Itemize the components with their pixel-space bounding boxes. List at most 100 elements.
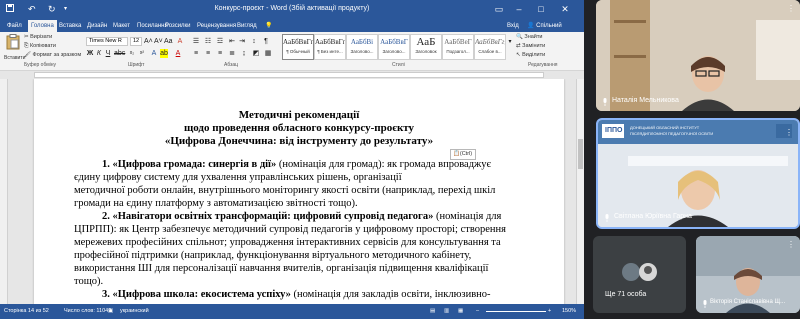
- others-tile[interactable]: Ще 71 особа: [593, 236, 686, 313]
- line-text: професійної підтримки (наприклад, функці…: [74, 250, 472, 261]
- word-window: ↶ ↻ ▾ Конкурс-проєкт - Word (Збій актива…: [0, 0, 584, 319]
- more-options-icon[interactable]: ⋮: [785, 128, 793, 137]
- underline-button[interactable]: Ч: [104, 49, 112, 58]
- zoom-in-button[interactable]: +: [548, 308, 551, 314]
- change-case-button[interactable]: Aa: [164, 37, 173, 46]
- style-heading-2[interactable]: АаБбВвГ Заголово...: [378, 34, 410, 60]
- align-left-icon[interactable]: ≡: [192, 49, 200, 58]
- ribbon-display-icon[interactable]: ▭: [490, 2, 508, 16]
- style-sample: АаБбВеГ: [444, 38, 472, 46]
- word-count[interactable]: Число слов: 11049: [64, 308, 111, 314]
- share-button[interactable]: 👤 Спільний доступ: [524, 20, 584, 41]
- style-no-spacing[interactable]: АаБбВвГг, ¶ Без инте...: [314, 34, 346, 60]
- font-name-select[interactable]: Times New R: [86, 37, 128, 46]
- line-text: методичної роботи онлайн, внутрішнього м…: [74, 185, 496, 196]
- ribbon: Вставити ✂ Вирізати ⎘ Копіювати 🖌 Формат…: [0, 32, 584, 71]
- style-subtitle[interactable]: АаБбВеГ Подзагол...: [442, 34, 474, 60]
- ruler-scale[interactable]: [34, 72, 544, 78]
- participant-tile-speaking[interactable]: ІППО ДОНЕЦЬКИЙ ОБЛАСНИЙ ІНСТИТУТ ПІСЛЯДИ…: [596, 118, 800, 229]
- zoom-out-button[interactable]: –: [476, 308, 479, 314]
- tab-review[interactable]: Рецензування: [194, 20, 239, 32]
- align-right-icon[interactable]: ≡: [216, 49, 224, 58]
- italic-button[interactable]: К: [95, 49, 103, 58]
- tab-mailings[interactable]: Розсилки: [162, 20, 194, 32]
- style-heading-1[interactable]: АаБбВі Заголово...: [346, 34, 378, 60]
- tab-insert[interactable]: Вставка: [56, 20, 84, 32]
- show-formatting-icon[interactable]: ¶: [262, 37, 270, 46]
- text-effects-icon[interactable]: A: [150, 49, 158, 58]
- cut-button[interactable]: ✂ Вирізати: [24, 34, 52, 40]
- institute-line-1: ДОНЕЦЬКИЙ ОБЛАСНИЙ ІНСТИТУТ: [630, 125, 700, 130]
- numbering-icon[interactable]: ☷: [204, 37, 212, 46]
- more-options-icon[interactable]: ⋮: [787, 240, 795, 249]
- decrease-indent-icon[interactable]: ⇤: [228, 37, 236, 46]
- style-name: Заголово...: [382, 49, 406, 54]
- replace-button[interactable]: ⇄ Замінити: [516, 43, 545, 49]
- grow-font-button[interactable]: A˄: [144, 37, 153, 46]
- select-button[interactable]: ↖ Виділити: [516, 52, 545, 58]
- zoom-slider[interactable]: [486, 311, 546, 312]
- paragraph-line: 3. «Цифрова школа: екосистема успіху» (н…: [102, 288, 560, 301]
- title-bar: ↶ ↻ ▾ Конкурс-проєкт - Word (Збій актива…: [0, 0, 584, 18]
- bold-button[interactable]: Ж: [86, 49, 94, 58]
- paste-button[interactable]: Вставити: [4, 34, 25, 61]
- print-layout-icon[interactable]: ▥: [444, 308, 449, 314]
- web-layout-icon[interactable]: ▦: [458, 308, 463, 314]
- tab-layout[interactable]: Макет: [110, 20, 133, 32]
- styles-more-icon[interactable]: ▾: [506, 38, 514, 47]
- more-options-icon[interactable]: ⋮: [787, 4, 795, 13]
- line-text: ЦПРПП): як Центр забезпечує методичний с…: [74, 224, 506, 235]
- others-count: Ще 71 особа: [605, 291, 647, 298]
- tab-file[interactable]: Файл: [4, 20, 25, 32]
- line-spacing-icon[interactable]: ↨: [240, 49, 248, 58]
- close-button[interactable]: ✕: [556, 2, 574, 16]
- sort-icon[interactable]: ↕: [250, 37, 258, 46]
- tab-design[interactable]: Дизайн: [84, 20, 110, 32]
- minimize-button[interactable]: –: [510, 2, 528, 16]
- borders-icon[interactable]: ▦: [264, 49, 272, 58]
- sign-in-link[interactable]: Вхід: [504, 20, 522, 32]
- document-page[interactable]: Методичні рекомендації щодо проведення о…: [34, 79, 564, 304]
- scrollbar-thumb[interactable]: [578, 139, 583, 169]
- style-normal[interactable]: АаБбВвГг, ¶ Обычный: [282, 34, 314, 60]
- nomination-title: 3. «Цифрова школа: екосистема успіху»: [102, 289, 291, 300]
- align-center-icon[interactable]: ≡: [204, 49, 212, 58]
- zoom-level[interactable]: 150%: [562, 308, 576, 314]
- font-size-select[interactable]: 12: [130, 37, 142, 46]
- tell-me-icon[interactable]: 💡: [262, 20, 275, 32]
- participant-name: Наталія Мельникова: [612, 97, 679, 104]
- shrink-font-button[interactable]: A˅: [154, 37, 163, 46]
- subscript-button[interactable]: x₂: [128, 49, 136, 58]
- participant-tile[interactable]: ⋮ Наталія Мельникова: [596, 0, 800, 111]
- language[interactable]: украинский: [120, 308, 149, 314]
- line-text: тощо).: [74, 276, 104, 287]
- shading-icon[interactable]: ◩: [252, 49, 260, 58]
- participant-tile[interactable]: ⋮ Вікторія Станіславівна Щ...: [696, 236, 800, 313]
- format-painter-button[interactable]: 🖌 Формат за зразком: [24, 52, 81, 58]
- bullets-icon[interactable]: ☰: [192, 37, 200, 46]
- strikethrough-button[interactable]: abc: [114, 49, 125, 58]
- maximize-button[interactable]: □: [532, 2, 550, 16]
- find-button[interactable]: 🔍 Знайти: [516, 34, 542, 40]
- vertical-scrollbar[interactable]: [576, 79, 584, 304]
- proofing-icon[interactable]: ▣: [108, 308, 113, 314]
- tab-view[interactable]: Вигляд: [234, 20, 260, 32]
- justify-icon[interactable]: ≣: [228, 49, 236, 58]
- tab-home[interactable]: Головна: [28, 20, 57, 32]
- style-subtle-emphasis[interactable]: АаБбВвГг, Слабое в...: [474, 34, 506, 60]
- format-painter-label: Формат за зразком: [32, 52, 82, 58]
- copy-button[interactable]: ⎘ Копіювати: [24, 43, 56, 50]
- highlight-icon[interactable]: ab: [160, 49, 168, 58]
- style-title[interactable]: АаБ Заголовок: [410, 34, 442, 60]
- page-count[interactable]: Сторінка 14 из 52: [4, 308, 49, 314]
- increase-indent-icon[interactable]: ⇥: [238, 37, 246, 46]
- paragraph-line: використання ШІ для персоналізації навча…: [74, 262, 532, 275]
- clear-formatting-icon[interactable]: A: [176, 37, 184, 46]
- brush-icon: 🖌: [24, 52, 31, 58]
- multilevel-list-icon[interactable]: ☲: [216, 37, 224, 46]
- superscript-button[interactable]: x²: [138, 49, 146, 58]
- participant-name: Вікторія Станіславівна Щ...: [710, 299, 786, 305]
- read-mode-icon[interactable]: ▤: [430, 308, 435, 314]
- clipboard-group-label: Буфер обміну: [24, 62, 57, 68]
- font-color-icon[interactable]: A: [174, 49, 182, 58]
